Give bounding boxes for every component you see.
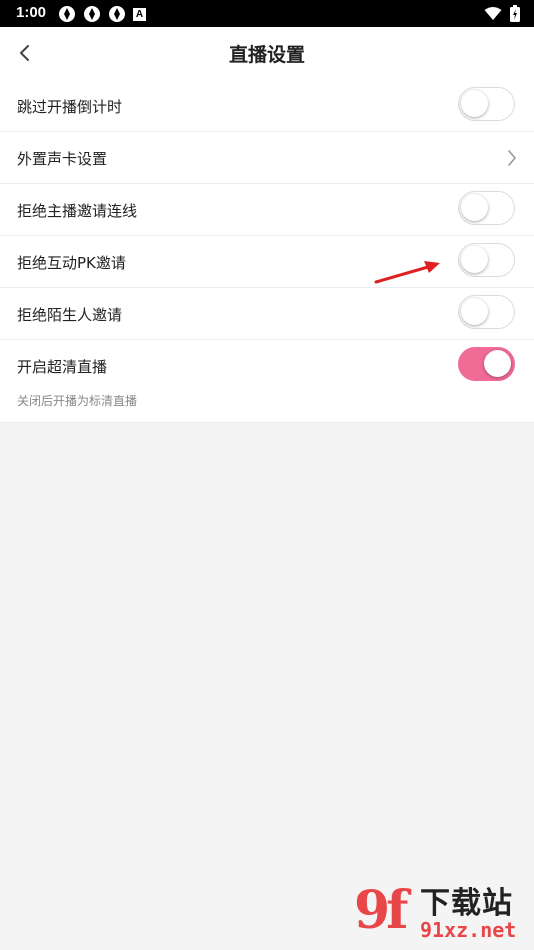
reject-stranger-toggle[interactable] bbox=[458, 295, 515, 329]
setting-row-reject-host-link: 拒绝主播邀请连线 bbox=[0, 184, 534, 236]
status-icons-left: A bbox=[58, 5, 146, 23]
toggle-knob bbox=[461, 90, 488, 117]
reject-pk-toggle[interactable] bbox=[458, 243, 515, 277]
watermark-en: 91xz.net bbox=[420, 918, 517, 942]
toggle-knob bbox=[461, 246, 488, 273]
hd-live-toggle[interactable] bbox=[458, 347, 515, 381]
setting-label: 跳过开播倒计时 bbox=[17, 98, 123, 116]
aperture-icon bbox=[59, 6, 75, 22]
chevron-right-icon bbox=[508, 150, 516, 166]
status-bar: 1:00 A bbox=[0, 0, 534, 27]
setting-row-external-sound-card[interactable]: 外置声卡设置 bbox=[0, 132, 534, 184]
setting-row-reject-stranger: 拒绝陌生人邀请 bbox=[0, 288, 534, 340]
setting-label: 拒绝陌生人邀请 bbox=[17, 306, 123, 324]
aperture-icon bbox=[84, 6, 100, 22]
battery-icon bbox=[510, 5, 520, 22]
wifi-icon bbox=[484, 7, 502, 20]
aperture-icon bbox=[109, 6, 125, 22]
skip-countdown-toggle[interactable] bbox=[458, 87, 515, 121]
setting-row-skip-countdown: 跳过开播倒计时 bbox=[0, 80, 534, 132]
status-time: 1:00 bbox=[16, 4, 47, 21]
watermark-cn: 下载站 bbox=[420, 886, 513, 921]
watermark-logo: 9f bbox=[354, 880, 409, 941]
setting-row-reject-pk: 拒绝互动PK邀请 bbox=[0, 236, 534, 288]
annotation-arrow-icon bbox=[374, 261, 440, 284]
setting-label: 拒绝互动PK邀请 bbox=[17, 254, 126, 272]
setting-label: 外置声卡设置 bbox=[17, 150, 108, 168]
toggle-knob bbox=[461, 194, 488, 221]
watermark: 9f 下载站 91xz.net bbox=[354, 878, 530, 948]
toggle-knob bbox=[461, 298, 488, 325]
setting-label: 开启超清直播 bbox=[17, 358, 108, 376]
app-header: 直播设置 bbox=[0, 27, 534, 80]
status-icons-right bbox=[484, 5, 520, 22]
toggle-knob bbox=[484, 350, 511, 377]
hd-live-note: 关闭后开播为标清直播 bbox=[17, 394, 138, 408]
page-title: 直播设置 bbox=[228, 44, 305, 66]
a-badge-icon: A bbox=[133, 7, 146, 21]
hd-live-note-row: 关闭后开播为标清直播 bbox=[0, 394, 534, 423]
reject-host-link-toggle[interactable] bbox=[458, 191, 515, 225]
settings-list: 跳过开播倒计时 外置声卡设置 拒绝主播邀请连线 拒绝互动PK邀请 拒绝陌生人邀请… bbox=[0, 80, 534, 423]
setting-label: 拒绝主播邀请连线 bbox=[17, 202, 138, 220]
